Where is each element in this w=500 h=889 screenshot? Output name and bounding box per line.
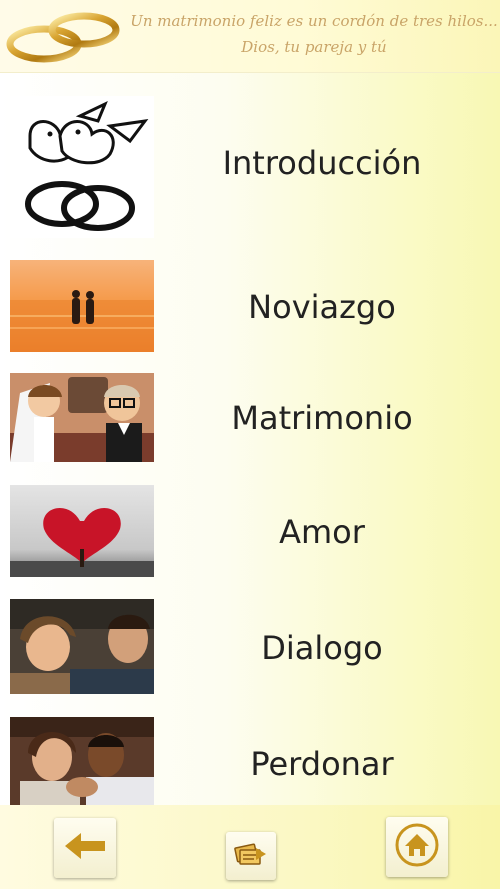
menu-item-perdonar[interactable]: Perdonar (0, 717, 500, 805)
cartoon-couple-image (10, 373, 154, 462)
menu-item-dialogo[interactable]: Dialogo (0, 599, 500, 694)
couple-praying-image (10, 717, 154, 805)
heart-tree-image (10, 485, 154, 577)
menu-item-label: Perdonar (250, 745, 394, 783)
motto-text: Un matrimonio feliz es un cordón de tres… (130, 8, 498, 60)
home-icon (394, 822, 440, 872)
menu-item-introduccion[interactable]: Introducción (0, 94, 500, 238)
back-button[interactable] (54, 818, 116, 878)
arrow-left-icon (63, 831, 107, 865)
bottom-toolbar (0, 805, 500, 889)
menu-item-matrimonio[interactable]: Matrimonio (0, 373, 500, 462)
couple-sunset-image (10, 260, 154, 352)
wedding-rings-icon (4, 6, 128, 66)
couple-lying-image (10, 599, 154, 694)
topic-menu: Introducción Noviazgo Matrimonio Amor Di… (0, 72, 500, 805)
menu-item-noviazgo[interactable]: Noviazgo (0, 260, 500, 352)
doves-and-rings-image (10, 96, 154, 238)
motto-line-2: Dios, tu pareja y tú (241, 38, 387, 56)
motto-line-1: Un matrimonio feliz es un cordón de tres… (130, 12, 498, 30)
menu-item-label: Noviazgo (248, 288, 396, 326)
share-button[interactable] (226, 832, 276, 880)
menu-item-amor[interactable]: Amor (0, 485, 500, 577)
app-header: Un matrimonio feliz es un cordón de tres… (0, 0, 500, 73)
menu-item-label: Amor (279, 513, 365, 551)
menu-item-label: Matrimonio (231, 399, 413, 437)
home-button[interactable] (386, 817, 448, 877)
menu-item-label: Dialogo (261, 629, 383, 667)
menu-item-label: Introducción (222, 144, 422, 182)
cards-share-icon (234, 840, 268, 872)
